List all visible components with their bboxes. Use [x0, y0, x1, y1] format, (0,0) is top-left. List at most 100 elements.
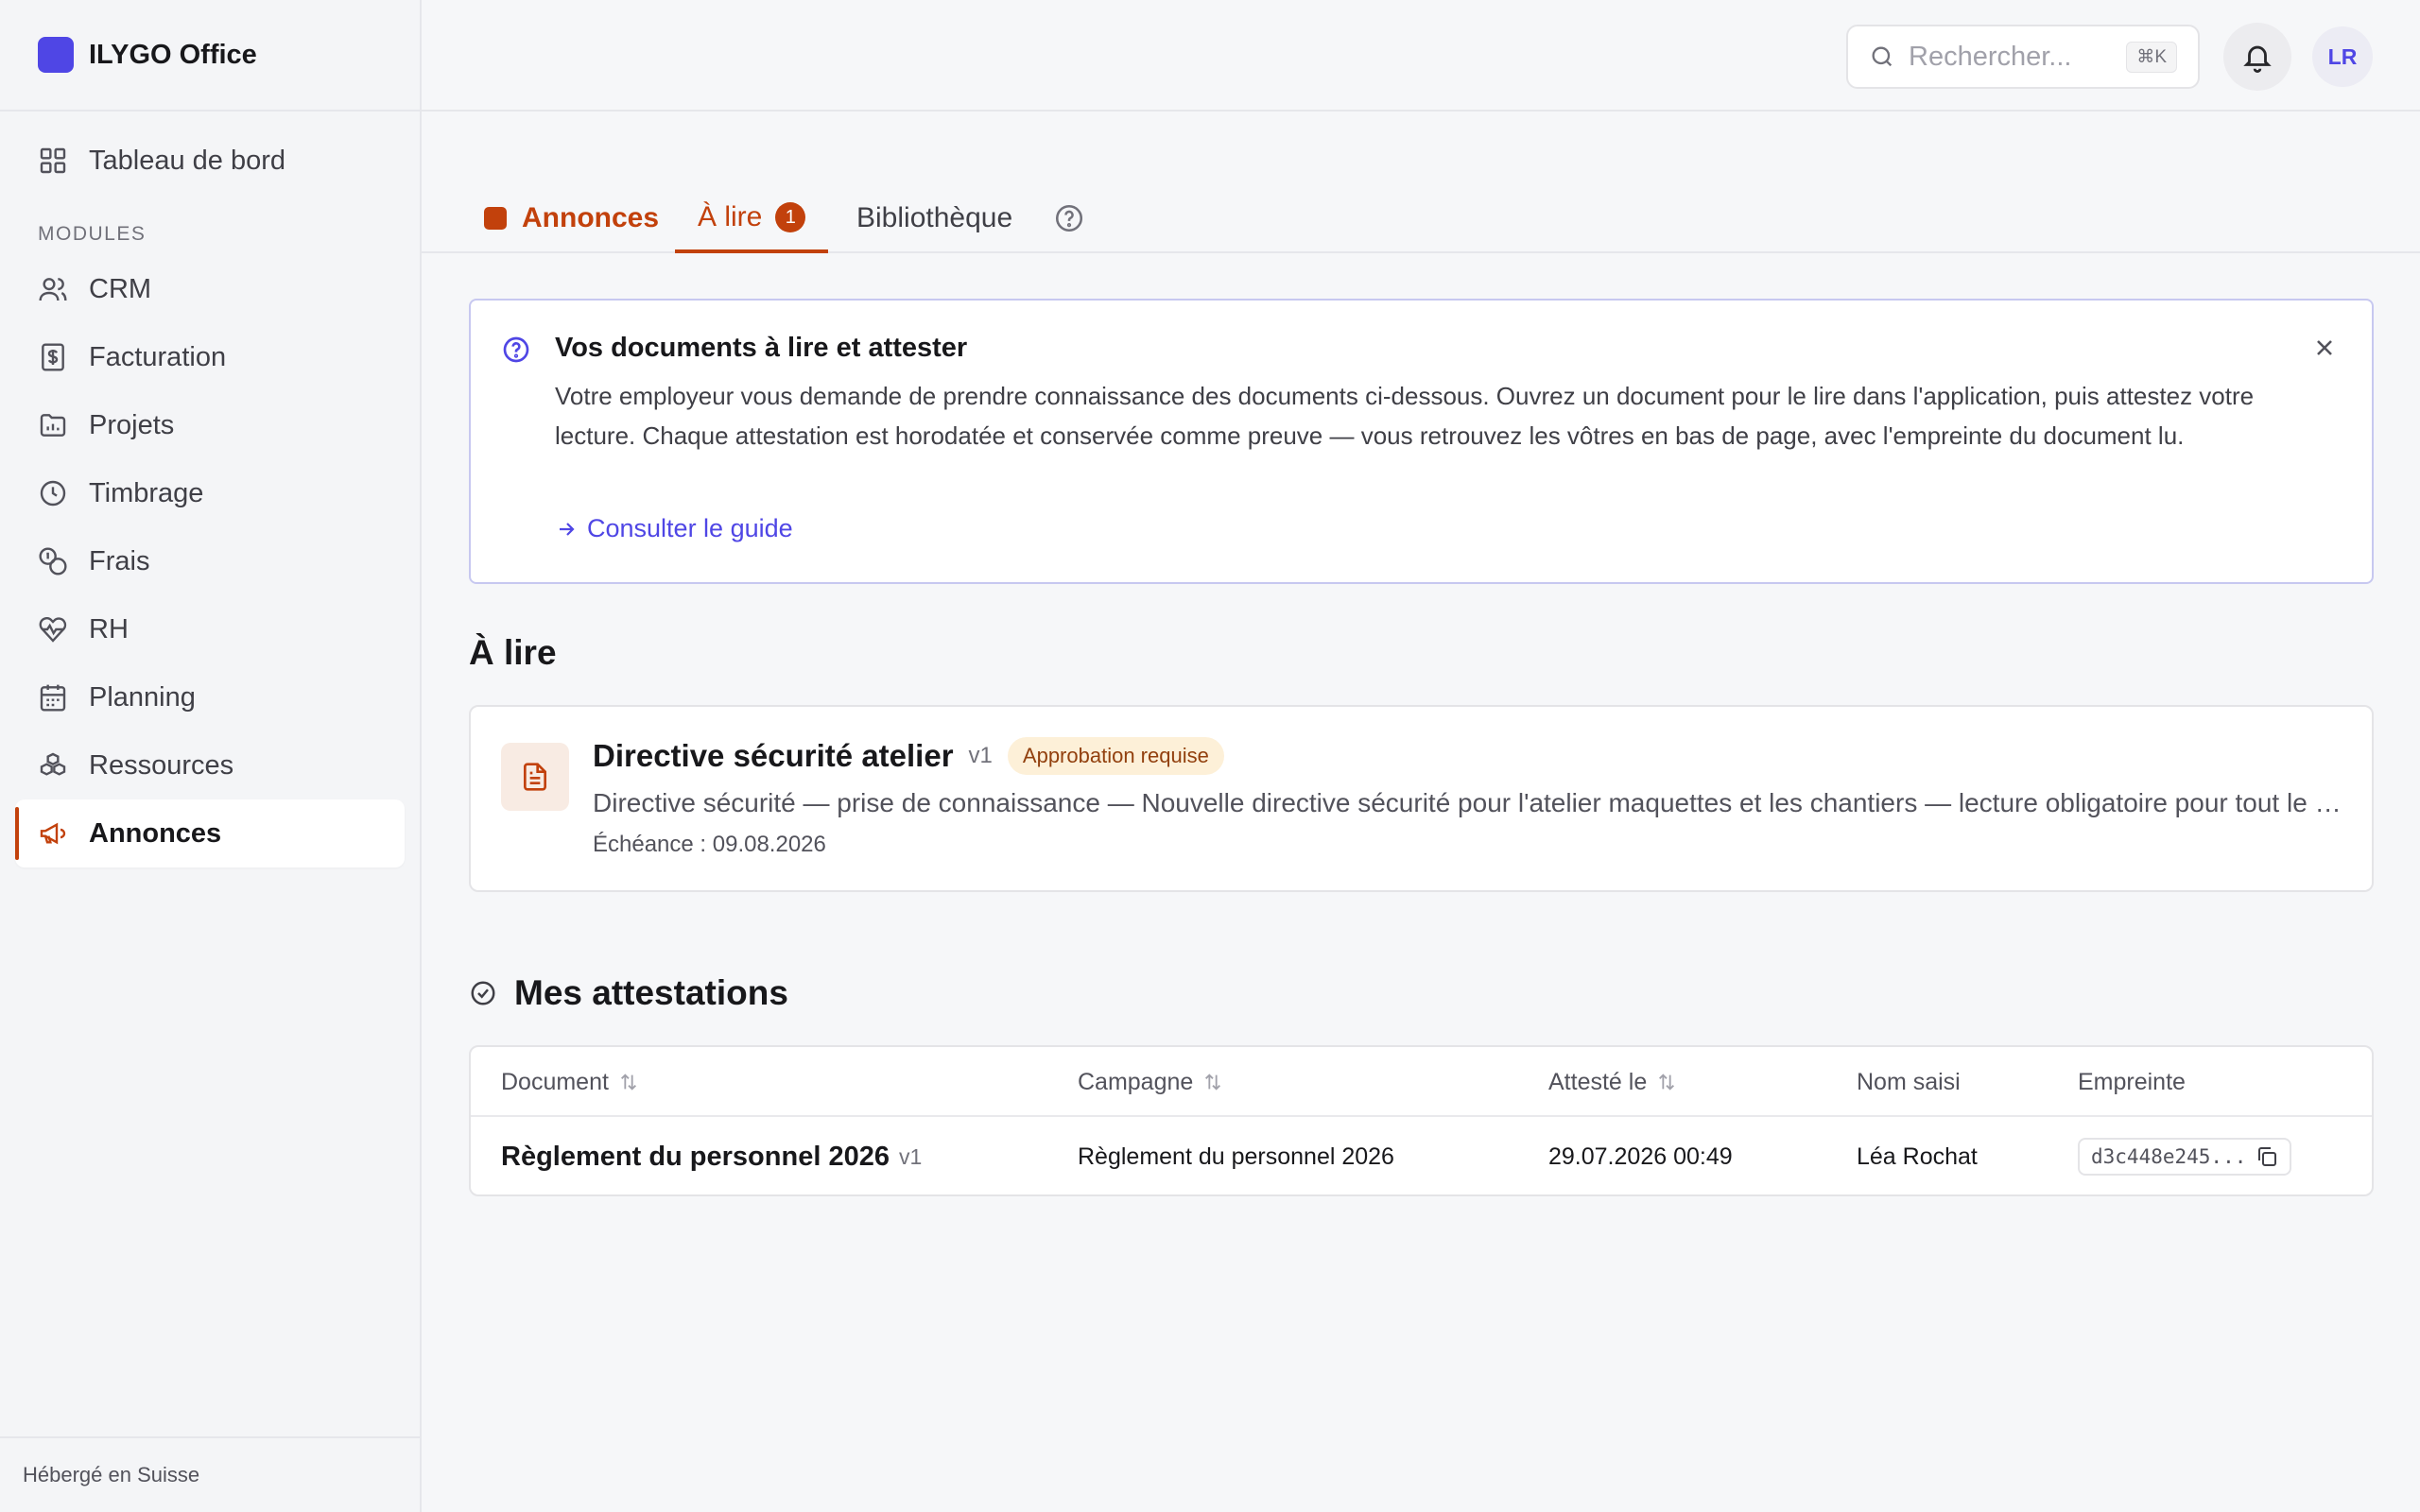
search-placeholder: Rechercher... — [1909, 41, 2072, 72]
invoice-icon — [42, 343, 64, 371]
avatar[interactable]: LR — [2312, 26, 2373, 87]
sidebar-item-ressources[interactable]: Ressources — [15, 731, 405, 799]
clock-icon — [40, 480, 66, 507]
status-badge: Approbation requise — [1007, 737, 1224, 775]
users-icon — [39, 278, 67, 301]
sidebar-item-label: Facturation — [89, 341, 227, 372]
sidebar-item-label: Projets — [89, 409, 175, 440]
sidebar-item-label: Frais — [89, 545, 150, 576]
info-body: Votre employeur vous demande de prendre … — [555, 382, 2255, 450]
close-icon — [2317, 340, 2332, 355]
document-description: Directive sécurité — prise de connaissan… — [593, 788, 2353, 817]
sidebar-item-label: Ressources — [89, 749, 234, 781]
document-version: v1 — [898, 1143, 923, 1169]
tab-label: Annonces — [522, 202, 660, 233]
file-text-icon — [524, 763, 546, 791]
column-header-empreinte: Empreinte — [2078, 1047, 2186, 1117]
sidebar-section-label: MODULES — [38, 223, 147, 245]
cell-name: Léa Rochat — [1857, 1143, 1978, 1170]
sidebar-item-rh[interactable]: RH — [15, 595, 405, 663]
brand-name: ILYGO Office — [89, 39, 257, 70]
cell-document: Règlement du personnel 2026 v1 — [501, 1117, 922, 1196]
close-button[interactable] — [2311, 335, 2338, 366]
sidebar-item-crm[interactable]: CRM — [15, 255, 405, 323]
tab-bibliotheque[interactable]: Bibliothèque — [856, 185, 1012, 251]
annonces-module-icon — [484, 207, 507, 230]
info-icon-wrap — [501, 335, 531, 369]
column-label: Document — [501, 1068, 609, 1095]
document-card[interactable]: Directive sécurité atelier v1 Approbatio… — [469, 705, 2374, 892]
document-name: Règlement du personnel 2026 — [501, 1141, 890, 1172]
help-circle-icon — [503, 336, 529, 363]
section-title-attestations: Mes attestations — [469, 973, 788, 1013]
sidebar-item-frais[interactable]: Frais — [15, 527, 405, 595]
check-circle-icon — [471, 981, 495, 1005]
cell-hash: d3c448e245... — [2078, 1117, 2292, 1196]
boxes-icon — [40, 752, 66, 776]
table-row[interactable]: Règlement du personnel 2026 v1 Règlement… — [471, 1117, 2372, 1196]
hash-value: d3c448e245... — [2091, 1145, 2247, 1168]
sidebar-item-label: Timbrage — [89, 477, 204, 508]
coins-icon — [39, 547, 67, 576]
section-title-a-lire: À lire — [469, 633, 557, 672]
sidebar-item-facturation[interactable]: Facturation — [15, 323, 405, 391]
search-shortcut: ⌘K — [2126, 41, 2177, 73]
tab-annonces[interactable]: Annonces — [484, 185, 659, 251]
document-version: v1 — [968, 743, 993, 768]
hash-copy-button[interactable]: d3c448e245... — [2078, 1138, 2292, 1176]
column-header-atteste-le[interactable]: Attesté le — [1548, 1047, 1677, 1117]
column-label: Nom saisi — [1857, 1068, 1961, 1095]
sidebar-item-label: Tableau de bord — [89, 145, 285, 176]
info-banner: Vos documents à lire et attester Votre e… — [469, 299, 2374, 584]
sidebar-item-timbrage[interactable]: Timbrage — [15, 459, 405, 527]
column-label: Empreinte — [2078, 1068, 2186, 1095]
sidebar-item-projets[interactable]: Projets — [15, 391, 405, 459]
count-badge: 1 — [775, 202, 806, 232]
column-header-document[interactable]: Document — [501, 1047, 639, 1117]
sidebar-item-label: CRM — [89, 273, 152, 304]
column-header-nom-saisi: Nom saisi — [1857, 1047, 1961, 1117]
calendar-icon — [40, 684, 66, 712]
bell-icon — [2243, 45, 2272, 73]
folder-icon — [40, 414, 66, 437]
column-header-campagne[interactable]: Campagne — [1078, 1047, 1223, 1117]
sidebar-item-planning[interactable]: Planning — [15, 663, 405, 731]
sidebar-item-annonces[interactable]: Annonces — [15, 799, 405, 868]
tab-label: Bibliothèque — [856, 202, 1013, 233]
help-circle-icon — [1055, 204, 1083, 232]
column-label: Attesté le — [1548, 1068, 1648, 1095]
sidebar-item-dashboard[interactable]: Tableau de bord — [15, 127, 405, 195]
sort-icon — [1659, 1074, 1675, 1091]
notifications-button[interactable] — [2223, 23, 2291, 91]
attestations-table: Document Campagne Attesté le Nom saisi E… — [469, 1045, 2374, 1196]
sidebar-item-label: Planning — [89, 681, 196, 713]
document-icon-wrap — [501, 743, 569, 811]
brand[interactable]: ILYGO Office — [0, 0, 420, 112]
search-input[interactable]: Rechercher... ⌘K — [1846, 25, 2200, 89]
tab-a-lire[interactable]: À lire 1 — [675, 185, 829, 253]
copy-icon — [2258, 1147, 2277, 1166]
info-title: Vos documents à lire et attester — [555, 333, 968, 363]
megaphone-icon — [40, 822, 66, 845]
section-title-label: Mes attestations — [514, 973, 788, 1012]
arrow-right-icon — [560, 522, 575, 536]
sidebar-footer: Hébergé en Suisse — [0, 1436, 420, 1512]
document-title-row: Directive sécurité atelier v1 Approbatio… — [593, 737, 1224, 775]
sidebar: ILYGO Office Tableau de bord MODULES CRM… — [0, 0, 422, 1512]
guide-link[interactable]: Consulter le guide — [555, 514, 793, 543]
brand-logo — [38, 37, 74, 73]
sidebar-item-label: Annonces — [89, 817, 222, 849]
help-button[interactable] — [1053, 185, 1085, 251]
sort-icon — [1205, 1074, 1221, 1091]
sidebar-item-label: RH — [89, 613, 129, 644]
document-title: Directive sécurité atelier — [593, 738, 954, 773]
tab-label: À lire — [698, 201, 763, 232]
tabs-bar: Annonces À lire 1 Bibliothèque — [422, 112, 2420, 253]
guide-link-label: Consulter le guide — [587, 514, 793, 542]
sidebar-nav: Tableau de bord MODULES CRM Facturation … — [0, 127, 420, 868]
dashboard-icon — [40, 147, 66, 174]
topbar: Rechercher... ⌘K LR — [422, 0, 2420, 112]
cell-campagne: Règlement du personnel 2026 — [1078, 1143, 1394, 1170]
table-header: Document Campagne Attesté le Nom saisi E… — [471, 1047, 2372, 1117]
search-icon — [1872, 46, 1893, 67]
